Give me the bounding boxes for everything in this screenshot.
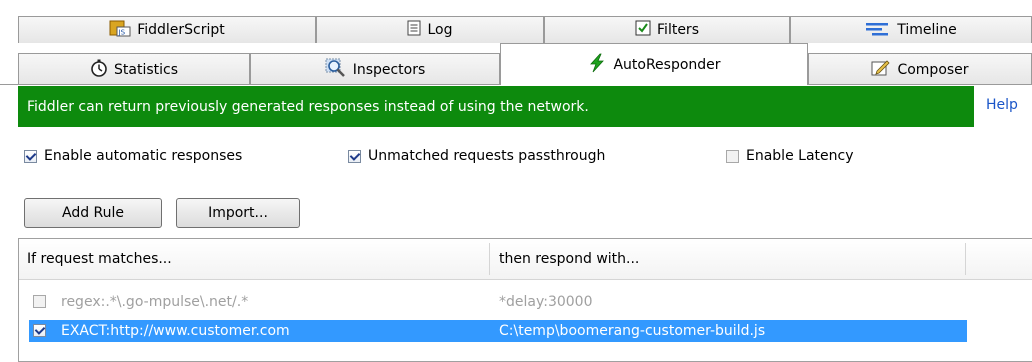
help-link[interactable]: Help bbox=[986, 97, 1018, 113]
column-divider[interactable] bbox=[489, 243, 490, 275]
svg-text:JS: JS bbox=[118, 29, 126, 37]
tab-composer[interactable]: Composer bbox=[808, 53, 1032, 85]
filters-checkbox-icon bbox=[635, 20, 651, 40]
enable-automatic-responses-label: Enable automatic responses bbox=[44, 148, 243, 164]
tab-autoresponder-label: AutoResponder bbox=[613, 56, 721, 73]
tab-timeline[interactable]: Timeline bbox=[790, 16, 1032, 43]
enable-automatic-responses-checkbox[interactable] bbox=[24, 149, 37, 163]
fiddlerscript-icon: JS bbox=[109, 19, 131, 41]
import-button[interactable]: Import... bbox=[176, 198, 300, 228]
rule-match-text: regex:.*\.go-mpulse\.net/.* bbox=[61, 294, 249, 310]
rule-enable-checkbox[interactable] bbox=[33, 295, 46, 308]
tab-filters-label: Filters bbox=[657, 22, 699, 38]
rule-respond-text: *delay:30000 bbox=[499, 294, 593, 310]
info-banner: Fiddler can return previously generated … bbox=[18, 86, 974, 127]
unmatched-passthrough-option[interactable]: Unmatched requests passthrough bbox=[348, 148, 605, 164]
tab-log-label: Log bbox=[427, 22, 453, 38]
tab-autoresponder[interactable]: AutoResponder bbox=[500, 43, 808, 85]
rule-enable-checkbox[interactable] bbox=[33, 324, 46, 337]
rule-row[interactable]: EXACT:http://www.customer.com C:\temp\bo… bbox=[29, 320, 967, 342]
tab-statistics-label: Statistics bbox=[114, 61, 178, 78]
rules-list[interactable]: If request matches... then respond with.… bbox=[18, 238, 1032, 362]
unmatched-passthrough-label: Unmatched requests passthrough bbox=[368, 148, 606, 164]
add-rule-button[interactable]: Add Rule bbox=[24, 198, 162, 228]
tab-inspectors-label: Inspectors bbox=[352, 61, 426, 78]
tab-composer-label: Composer bbox=[897, 61, 969, 78]
rule-match-text: EXACT:http://www.customer.com bbox=[61, 323, 290, 339]
tab-log[interactable]: Log bbox=[316, 16, 544, 43]
unmatched-passthrough-checkbox[interactable] bbox=[348, 149, 361, 163]
column-header-match[interactable]: If request matches... bbox=[27, 239, 172, 279]
composer-icon bbox=[871, 59, 891, 81]
enable-automatic-responses-option[interactable]: Enable automatic responses bbox=[24, 148, 242, 164]
rules-list-header: If request matches... then respond with.… bbox=[19, 239, 1032, 280]
log-icon bbox=[407, 20, 421, 40]
stopwatch-icon bbox=[90, 59, 108, 81]
enable-latency-checkbox[interactable] bbox=[726, 149, 739, 163]
lightning-icon bbox=[587, 53, 607, 77]
tab-fiddlerscript-label: FiddlerScript bbox=[137, 22, 225, 38]
tab-filters[interactable]: Filters bbox=[544, 16, 790, 43]
enable-latency-option[interactable]: Enable Latency bbox=[726, 148, 853, 164]
tab-statistics[interactable]: Statistics bbox=[18, 53, 250, 85]
tab-timeline-label: Timeline bbox=[897, 22, 957, 38]
column-header-respond[interactable]: then respond with... bbox=[499, 239, 639, 279]
magnifier-icon bbox=[325, 58, 347, 82]
rule-row[interactable]: regex:.*\.go-mpulse\.net/.* *delay:30000 bbox=[29, 291, 967, 313]
column-divider[interactable] bbox=[965, 243, 966, 275]
timeline-icon bbox=[865, 20, 891, 40]
tab-fiddlerscript[interactable]: JS FiddlerScript bbox=[18, 16, 316, 43]
info-banner-text: Fiddler can return previously generated … bbox=[27, 98, 589, 115]
enable-latency-label: Enable Latency bbox=[746, 148, 854, 164]
rule-respond-text: C:\temp\boomerang-customer-build.js bbox=[499, 323, 766, 339]
tab-inspectors[interactable]: Inspectors bbox=[250, 53, 500, 85]
